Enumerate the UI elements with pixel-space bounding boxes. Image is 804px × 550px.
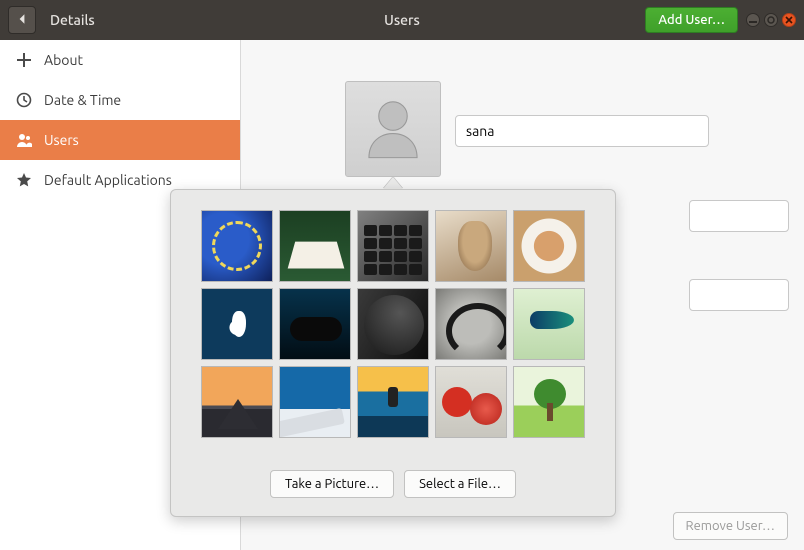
avatar-option-coffee[interactable] xyxy=(513,210,585,282)
maximize-button[interactable] xyxy=(764,13,778,27)
titlebar: Details Users Add User… xyxy=(0,0,804,40)
main-content: Take a Picture… Select a File… Remove Us… xyxy=(241,40,804,550)
avatar-option-controller[interactable] xyxy=(279,288,351,360)
sidebar-item-label: Date & Time xyxy=(44,92,121,108)
clock-icon xyxy=(16,92,32,108)
maximize-icon xyxy=(767,16,775,24)
avatar-option-hummingbird[interactable] xyxy=(513,288,585,360)
star-icon xyxy=(16,172,32,188)
page-title: Users xyxy=(384,12,420,28)
avatar-option-flower[interactable] xyxy=(201,288,273,360)
avatar-option-cat[interactable] xyxy=(435,210,507,282)
minimize-button[interactable] xyxy=(746,13,760,27)
avatar-picker-popover: Take a Picture… Select a File… xyxy=(170,189,616,517)
sidebar-item-users[interactable]: Users xyxy=(0,120,240,160)
avatar-option-guitar[interactable] xyxy=(357,288,429,360)
close-icon xyxy=(785,16,793,24)
avatar-option-headphones[interactable] xyxy=(435,288,507,360)
remove-user-button: Remove User… xyxy=(673,512,789,540)
select-file-button[interactable]: Select a File… xyxy=(404,470,516,498)
avatar-option-tomatoes[interactable] xyxy=(435,366,507,438)
field-partial-1[interactable] xyxy=(689,200,789,232)
take-picture-button[interactable]: Take a Picture… xyxy=(270,470,394,498)
avatar-option-mountain-sunset[interactable] xyxy=(201,366,273,438)
sidebar-item-label: Default Applications xyxy=(44,172,172,188)
plus-icon xyxy=(16,52,32,68)
avatar-option-surfer[interactable] xyxy=(357,366,429,438)
person-icon xyxy=(358,92,428,166)
popover-pointer xyxy=(383,177,403,189)
back-button[interactable] xyxy=(8,6,36,34)
sidebar-item-date-time[interactable]: Date & Time xyxy=(0,80,240,120)
chevron-left-icon xyxy=(16,11,28,29)
avatar-option-bicycle[interactable] xyxy=(201,210,273,282)
avatar-option-plane-wing[interactable] xyxy=(279,366,351,438)
sidebar-item-about[interactable]: About xyxy=(0,40,240,80)
avatar-option-calculator[interactable] xyxy=(357,210,429,282)
field-partial-2[interactable] xyxy=(689,279,789,311)
sidebar-item-label: Users xyxy=(44,132,79,148)
close-button[interactable] xyxy=(782,13,796,27)
window-controls xyxy=(746,13,796,27)
users-icon xyxy=(16,132,32,148)
avatar-option-book[interactable] xyxy=(279,210,351,282)
sidebar-item-label: About xyxy=(44,52,83,68)
minimize-icon xyxy=(749,16,757,24)
username-input[interactable] xyxy=(455,115,709,147)
avatar-option-tree[interactable] xyxy=(513,366,585,438)
avatar[interactable] xyxy=(345,81,441,177)
add-user-button[interactable]: Add User… xyxy=(645,7,738,33)
avatar-thumbnail-grid xyxy=(201,210,585,438)
header-section-label: Details xyxy=(50,12,95,28)
